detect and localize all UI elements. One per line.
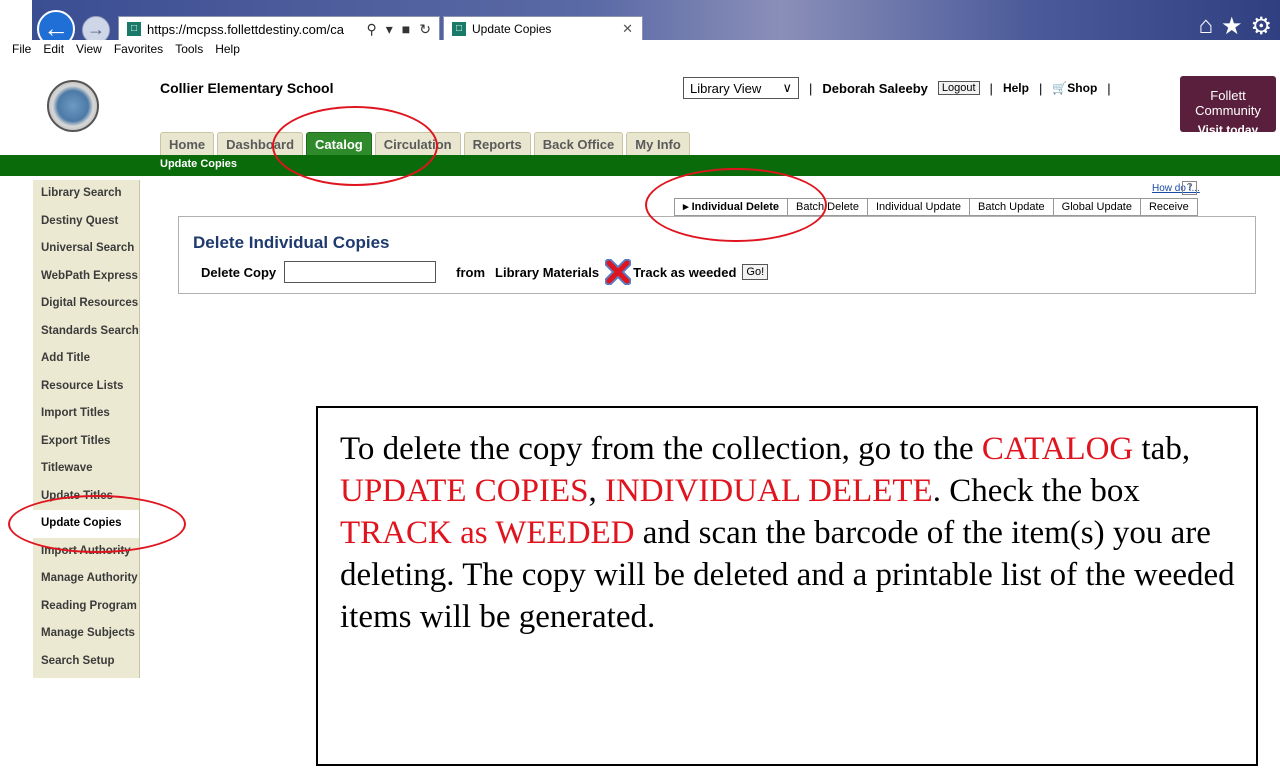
sidebar-item-manage-authority[interactable]: Manage Authority — [33, 565, 139, 593]
sidebar-item-library-search[interactable]: Library Search — [33, 180, 139, 208]
menu-tools[interactable]: Tools — [175, 42, 203, 56]
logout-button[interactable]: Logout — [937, 81, 980, 95]
sidebar-item-manage-subjects[interactable]: Manage Subjects — [33, 620, 139, 648]
follett-community-promo[interactable]: Follett Community Visit today — [1180, 76, 1276, 137]
refresh-icon[interactable]: ↻ — [419, 21, 431, 38]
note-individual-delete: INDIVIDUAL DELETE — [604, 473, 933, 509]
note-track-as-weeded: TRACK as WEEDED — [340, 515, 635, 551]
site-favicon-icon: □ — [127, 22, 141, 36]
track-as-weeded-label: Track as weeded — [633, 264, 737, 280]
triangle-right-icon: ▸ — [683, 201, 692, 213]
sidebar: Library Search Destiny Quest Universal S… — [33, 180, 140, 678]
sidebar-item-reading-program[interactable]: Reading Program — [33, 593, 139, 621]
menu-file[interactable]: File — [12, 42, 31, 56]
sidebar-item-search-setup[interactable]: Search Setup — [33, 648, 139, 676]
subtab-individual-delete[interactable]: ▸ Individual Delete — [674, 198, 788, 216]
close-tab-icon[interactable]: ✕ — [622, 21, 642, 37]
tab-dashboard[interactable]: Dashboard — [217, 132, 304, 156]
promo-subtitle: Visit today — [1197, 123, 1259, 137]
browser-chrome: ← → □ https://mcpss.follettdestiny.com/c… — [0, 0, 1280, 58]
tab-back-office[interactable]: Back Office — [533, 132, 624, 156]
tab-favicon-icon: □ — [452, 22, 466, 36]
sidebar-item-add-title[interactable]: Add Title — [33, 345, 139, 373]
sidebar-item-titlewave[interactable]: Titlewave — [33, 455, 139, 483]
tab-catalog[interactable]: Catalog — [306, 132, 372, 156]
school-seal-logo — [47, 80, 99, 132]
home-icon[interactable]: ⌂ — [1198, 12, 1213, 41]
page-title: Delete Individual Copies — [193, 233, 390, 252]
library-materials-label: Library Materials — [495, 264, 600, 280]
subtab-batch-delete[interactable]: Batch Delete — [788, 198, 868, 216]
sidebar-item-resource-lists[interactable]: Resource Lists — [33, 373, 139, 401]
sidebar-item-export-titles[interactable]: Export Titles — [33, 428, 139, 456]
sub-nav-bar: Update Copies — [0, 155, 1280, 176]
lock-icon[interactable]: ■ — [402, 21, 410, 38]
menu-edit[interactable]: Edit — [43, 42, 64, 56]
sub-nav-label: Update Copies — [160, 158, 238, 170]
sidebar-item-webpath-express[interactable]: WebPath Express — [33, 263, 139, 291]
search-icon[interactable]: ⚲ — [367, 21, 377, 38]
help-question-icon[interactable]: ? — [1182, 181, 1197, 195]
tab-circulation[interactable]: Circulation — [374, 132, 461, 156]
sidebar-item-update-copies[interactable]: Update Copies — [33, 510, 139, 538]
shop-link[interactable]: 🛒Shop — [1052, 81, 1097, 95]
menu-help[interactable]: Help — [215, 42, 240, 56]
sidebar-item-universal-search[interactable]: Universal Search — [33, 235, 139, 263]
delete-copy-label: Delete Copy — [201, 264, 277, 280]
subtab-global-update[interactable]: Global Update — [1053, 198, 1141, 216]
sidebar-item-import-authority[interactable]: Import Authority — [33, 538, 139, 566]
checked-x-icon — [605, 259, 632, 285]
instruction-note: To delete the copy from the collection, … — [316, 406, 1258, 766]
subtab-individual-update[interactable]: Individual Update — [867, 198, 970, 216]
subtab-receive[interactable]: Receive — [1140, 198, 1198, 216]
sidebar-item-update-titles[interactable]: Update Titles — [33, 483, 139, 511]
sub-tabs: ▸ Individual Delete Batch Delete Individ… — [674, 198, 1198, 216]
help-link[interactable]: Help — [1003, 81, 1029, 95]
url-text[interactable]: https://mcpss.follettdestiny.com/ca — [147, 22, 367, 37]
tab-title: Update Copies — [472, 22, 552, 36]
settings-gear-icon[interactable]: ⚙ — [1250, 12, 1272, 41]
browser-tab[interactable]: □ Update Copies ✕ — [443, 16, 643, 42]
dropdown-icon[interactable]: ▾ — [386, 21, 393, 38]
address-bar[interactable]: □ https://mcpss.follettdestiny.com/ca ⚲ … — [118, 16, 440, 42]
barcode-input[interactable] — [284, 261, 437, 283]
chevron-down-icon: ∨ — [782, 80, 792, 95]
delete-copy-row: Delete Copy from Library Materials Track… — [201, 259, 769, 285]
menu-bar: File Edit View Favorites Tools Help — [0, 40, 1280, 58]
main-tabs: Home Dashboard Catalog Circulation Repor… — [160, 132, 690, 156]
subtab-batch-update[interactable]: Batch Update — [970, 198, 1054, 216]
menu-favorites[interactable]: Favorites — [114, 42, 163, 56]
delete-panel: Delete Individual Copies Delete Copy fro… — [178, 216, 1256, 294]
school-name: Collier Elementary School — [160, 80, 334, 96]
note-catalog: CATALOG — [981, 431, 1134, 467]
promo-title: Follett Community — [1195, 88, 1261, 118]
sidebar-item-import-titles[interactable]: Import Titles — [33, 400, 139, 428]
favorites-star-icon[interactable]: ★ — [1221, 12, 1243, 41]
track-as-weeded-checkbox[interactable] — [605, 259, 632, 285]
go-button[interactable]: Go! — [742, 264, 769, 280]
menu-view[interactable]: View — [76, 42, 102, 56]
tab-reports[interactable]: Reports — [463, 132, 531, 156]
sidebar-item-destiny-quest[interactable]: Destiny Quest — [33, 208, 139, 236]
sidebar-item-digital-resources[interactable]: Digital Resources — [33, 290, 139, 318]
from-label: from — [456, 264, 486, 280]
view-select-value: Library View — [690, 80, 762, 96]
library-view-select[interactable]: Library View ∨ — [683, 77, 799, 99]
sidebar-item-standards-search[interactable]: Standards Search — [33, 318, 139, 346]
tab-my-info[interactable]: My Info — [626, 132, 690, 156]
note-update-copies: UPDATE COPIES — [340, 473, 589, 509]
tab-home[interactable]: Home — [160, 132, 215, 156]
user-name: Deborah Saleeby — [822, 80, 928, 96]
cart-icon: 🛒 — [1052, 81, 1068, 95]
